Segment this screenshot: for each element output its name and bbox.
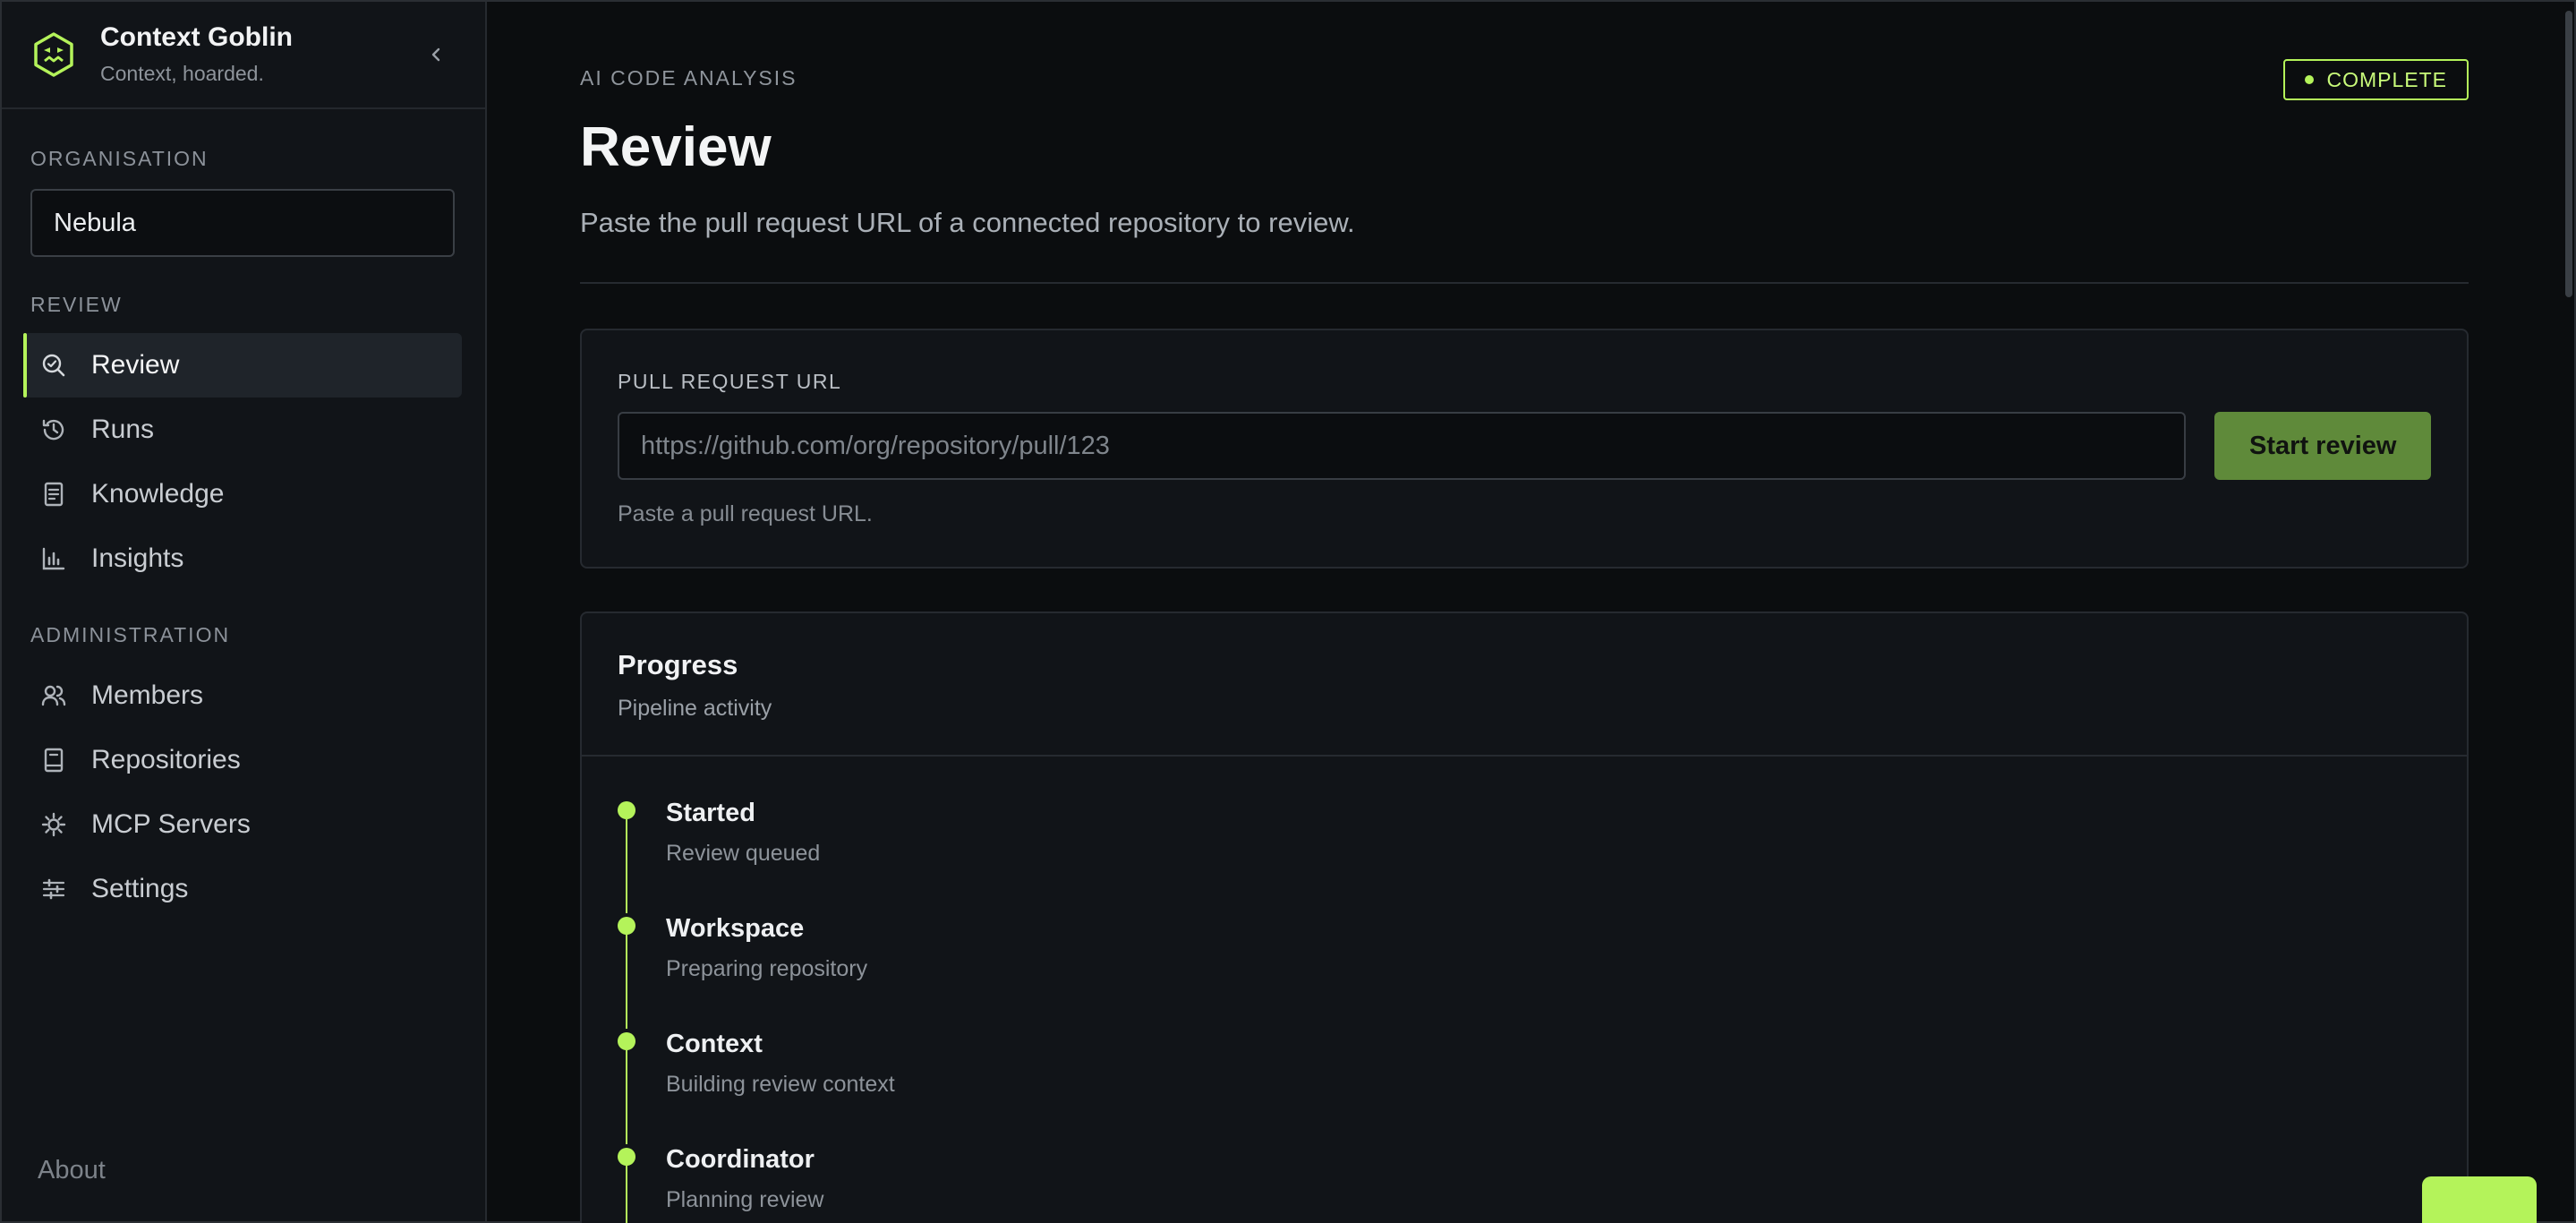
url-row: Start review: [618, 412, 2431, 480]
step-complete-dot-icon: [618, 1032, 635, 1050]
brand-subtitle: Context, hoarded.: [100, 62, 264, 85]
sidebar-item-knowledge[interactable]: Knowledge: [23, 462, 462, 526]
sidebar-item-mcp-servers[interactable]: MCP Servers: [23, 792, 462, 857]
progress-title: Progress: [618, 649, 738, 680]
book-icon: [39, 746, 68, 774]
main-content: AI CODE ANALYSIS COMPLETE Review Paste t…: [487, 2, 2576, 1223]
brand-header: Context Goblin Context, hoarded.: [2, 2, 485, 109]
status-badge: COMPLETE: [2283, 59, 2469, 100]
history-icon: [39, 415, 68, 444]
about-link[interactable]: About: [38, 1156, 106, 1185]
step-description: Planning review: [666, 1187, 824, 1212]
step-complete-dot-icon: [618, 917, 635, 935]
step-connector: [626, 935, 627, 1029]
bar-chart-icon: [39, 544, 68, 573]
goblin-logo-icon: [34, 32, 73, 77]
status-dot-icon: [2305, 75, 2315, 84]
step-connector: [626, 1166, 627, 1223]
organisation-select[interactable]: Nebula: [30, 189, 455, 257]
header-divider: [580, 282, 2469, 284]
chevron-left-icon: [431, 47, 440, 62]
sidebar-item-repositories[interactable]: Repositories: [23, 728, 462, 792]
step-title: Coordinator: [666, 1145, 815, 1174]
sidebar: Context Goblin Context, hoarded. ORGANIS…: [2, 2, 487, 1221]
pipeline-steps: Started Review queued Workspace Preparin…: [582, 757, 2467, 1223]
brand-title: Context Goblin: [100, 22, 293, 52]
sidebar-item-review[interactable]: Review: [23, 333, 462, 398]
pull-request-form: PULL REQUEST URL Start review Paste a pu…: [580, 329, 2469, 569]
collapse-sidebar-button[interactable]: [422, 41, 449, 68]
progress-panel: Progress Pipeline activity Started Revie…: [580, 612, 2469, 1223]
server-gear-icon: [39, 810, 68, 839]
review-search-icon: [39, 351, 68, 380]
organisation-value: Nebula: [54, 208, 136, 237]
pipeline-step: Started Review queued: [618, 798, 2467, 913]
sidebar-item-label: Members: [91, 680, 204, 710]
document-icon: [39, 480, 68, 509]
page-description: Paste the pull request URL of a connecte…: [580, 207, 1355, 238]
url-helper-text: Paste a pull request URL.: [618, 501, 873, 526]
step-title: Started: [666, 799, 755, 827]
review-section-label: REVIEW: [30, 293, 123, 316]
sidebar-item-label: Runs: [91, 415, 155, 444]
step-complete-dot-icon: [618, 801, 635, 819]
administration-section-label: ADMINISTRATION: [30, 623, 231, 646]
pull-request-url-label: PULL REQUEST URL: [618, 370, 842, 393]
sidebar-item-label: Review: [91, 350, 180, 380]
step-connector: [626, 819, 627, 913]
page-title: Review: [580, 116, 772, 178]
step-description: Preparing repository: [666, 956, 868, 981]
sliders-icon: [39, 875, 68, 903]
step-title: Workspace: [666, 914, 805, 943]
scrollbar-thumb[interactable]: [2565, 11, 2572, 297]
step-description: Building review context: [666, 1072, 895, 1097]
progress-header: Progress Pipeline activity: [582, 613, 2467, 757]
app-window: Context Goblin Context, hoarded. ORGANIS…: [0, 0, 2576, 1223]
organisation-label: ORGANISATION: [30, 147, 209, 170]
sidebar-item-insights[interactable]: Insights: [23, 526, 462, 591]
pipeline-step: Context Building review context: [618, 1029, 2467, 1144]
step-description: Review queued: [666, 841, 821, 866]
progress-subtitle: Pipeline activity: [618, 696, 772, 721]
pipeline-step: Workspace Preparing repository: [618, 913, 2467, 1029]
sidebar-item-settings[interactable]: Settings: [23, 857, 462, 921]
chat-launcher-button[interactable]: [2422, 1176, 2537, 1223]
sidebar-item-label: Knowledge: [91, 479, 225, 509]
sidebar-item-runs[interactable]: Runs: [23, 398, 462, 462]
step-connector: [626, 1050, 627, 1144]
review-nav: Review Runs Knowledge Insights: [2, 333, 485, 591]
sidebar-item-label: Settings: [91, 874, 189, 903]
pull-request-url-input[interactable]: [618, 412, 2187, 480]
sidebar-item-label: MCP Servers: [91, 809, 251, 839]
main-scrollbar[interactable]: [2562, 4, 2574, 1223]
admin-nav: Members Repositories MCP Servers Setting…: [2, 663, 485, 921]
page-eyebrow: AI CODE ANALYSIS: [580, 66, 798, 90]
start-review-button[interactable]: Start review: [2214, 412, 2431, 480]
users-icon: [39, 681, 68, 710]
pipeline-step: Coordinator Planning review: [618, 1144, 2467, 1223]
status-text: COMPLETE: [2326, 67, 2447, 91]
step-complete-dot-icon: [618, 1148, 635, 1166]
sidebar-item-members[interactable]: Members: [23, 663, 462, 728]
sidebar-item-label: Repositories: [91, 745, 241, 774]
step-title: Context: [666, 1030, 763, 1058]
sidebar-item-label: Insights: [91, 543, 184, 573]
